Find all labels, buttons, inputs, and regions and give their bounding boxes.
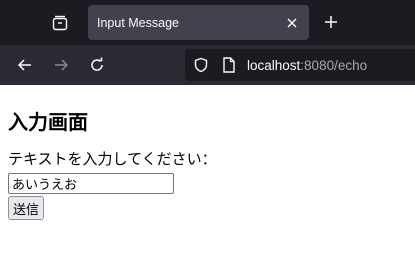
url-host: localhost: [247, 57, 301, 73]
reload-icon: [91, 57, 103, 71]
tab-close-button[interactable]: [285, 16, 299, 30]
message-input[interactable]: [8, 173, 174, 194]
tab-list-icon: [52, 15, 68, 31]
new-tab-button[interactable]: [318, 9, 344, 35]
navigation-bar: localhost:8080/echo: [0, 45, 415, 85]
tab-list-button[interactable]: [44, 7, 76, 39]
back-button[interactable]: [13, 53, 37, 77]
forward-arrow-icon: [55, 59, 69, 71]
forward-button[interactable]: [49, 53, 73, 77]
plus-icon: [325, 16, 337, 28]
input-prompt-label: テキストを入力してください：: [8, 150, 217, 168]
reload-button[interactable]: [85, 53, 109, 77]
submit-button[interactable]: 送信: [8, 196, 45, 220]
url-path: :8080/echo: [300, 57, 368, 73]
shield-icon[interactable]: [193, 57, 209, 73]
page-title: 入力画面: [8, 110, 88, 134]
tab-input-message[interactable]: Input Message: [88, 5, 309, 40]
tab-strip: Input Message: [0, 0, 415, 45]
close-icon: [287, 18, 297, 27]
page-icon[interactable]: [221, 57, 237, 73]
page-content: 入力画面 テキストを入力してください： 送信: [0, 108, 415, 220]
back-arrow-icon: [17, 59, 31, 71]
tab-title: Input Message: [97, 15, 179, 30]
url-text[interactable]: localhost:8080/echo: [247, 58, 367, 73]
browser-chrome: Input Message localhost:8080/echo: [0, 0, 415, 85]
url-bar[interactable]: localhost:8080/echo: [185, 49, 415, 81]
